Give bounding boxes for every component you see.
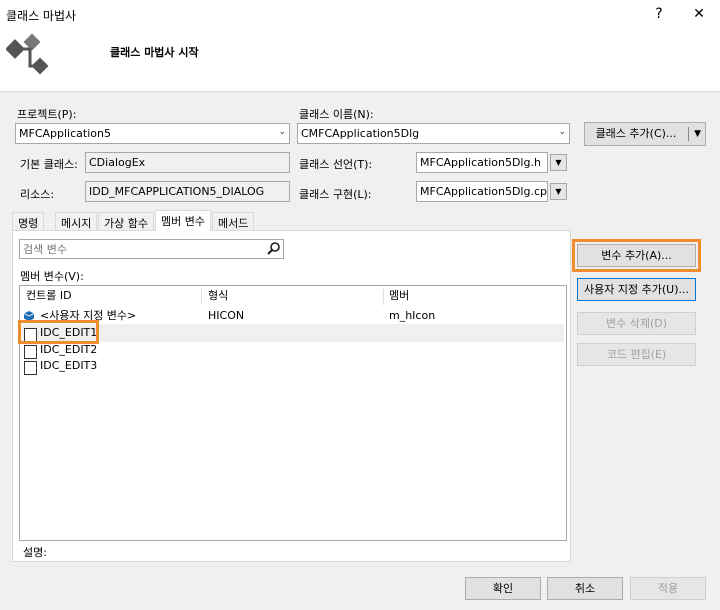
apply-button[interactable]: 적용: [630, 577, 706, 600]
wizard-header: [0, 30, 720, 92]
row-member: m_hIcon: [389, 309, 436, 322]
edit-code-button[interactable]: 코드 편집(E): [577, 343, 696, 366]
row-control-id: IDC_EDIT2: [40, 343, 98, 356]
list-item[interactable]: IDC_EDIT1: [20, 325, 564, 342]
class-implementation-field[interactable]: MFCApplication5Dlg.cpp: [416, 181, 548, 202]
header-title: 클래스 마법사 시작: [110, 46, 199, 59]
highlight-box-idc-edit1: [18, 320, 99, 344]
class-implementation-dropdown-icon[interactable]: ▼: [550, 183, 567, 200]
description-label: 설명:: [23, 546, 47, 559]
chevron-down-icon: ⌄: [278, 127, 286, 137]
project-combo[interactable]: MFCApplication5 ⌄: [15, 123, 290, 144]
base-class-field: CDialogEx: [85, 152, 290, 173]
column-control-id[interactable]: 컨트롤 ID: [26, 287, 72, 305]
search-icon[interactable]: [266, 241, 282, 257]
tab-methods[interactable]: 메서드: [212, 212, 255, 230]
column-divider: [383, 289, 384, 305]
row-control-id: IDC_EDIT3: [40, 359, 98, 372]
column-type[interactable]: 형식: [208, 287, 228, 305]
search-input[interactable]: [19, 239, 284, 259]
list-item[interactable]: IDC_EDIT3: [20, 358, 564, 376]
delete-variable-button[interactable]: 변수 삭제(D): [577, 312, 696, 335]
cancel-button[interactable]: 취소: [547, 577, 623, 600]
class-name-combo[interactable]: CMFCApplication5Dlg ⌄: [297, 123, 570, 144]
project-label: 프로젝트(P):: [17, 108, 77, 121]
tab-messages[interactable]: 메시지: [55, 212, 98, 230]
add-class-button[interactable]: 클래스 추가(C)... ▼: [584, 122, 706, 146]
class-name-label: 클래스 이름(N):: [299, 108, 374, 121]
help-button[interactable]: ?: [642, 2, 676, 28]
resource-field: IDD_MFCAPPLICATION5_DIALOG: [85, 181, 290, 202]
highlight-box-add-variable: [572, 239, 701, 272]
class-name-value: CMFCApplication5Dlg: [301, 127, 420, 140]
window-title: 클래스 마법사: [6, 9, 77, 23]
tab-commands[interactable]: 명령: [12, 212, 45, 230]
base-class-label: 기본 클래스:: [20, 158, 78, 171]
resource-label: 리소스:: [20, 188, 55, 201]
column-divider: [201, 289, 202, 305]
ok-button[interactable]: 확인: [465, 577, 541, 600]
split-divider: [688, 127, 689, 141]
project-value: MFCApplication5: [19, 127, 111, 140]
member-variables-label: 멤버 변수(V):: [20, 270, 84, 283]
add-class-label: 클래스 추가(C)...: [595, 127, 677, 140]
class-wizard-icon: [5, 32, 54, 80]
close-button[interactable]: ✕: [682, 2, 716, 28]
column-member[interactable]: 멤버: [389, 287, 409, 305]
list-item[interactable]: <사용자 지정 변수> HICON m_hIcon: [20, 308, 564, 324]
control-icon: [24, 360, 37, 376]
tab-member-variables[interactable]: 멤버 변수: [155, 210, 211, 231]
class-declaration-dropdown-icon[interactable]: ▼: [550, 154, 567, 171]
class-declaration-label: 클래스 선언(T):: [299, 158, 373, 171]
chevron-down-icon: ⌄: [558, 127, 566, 137]
list-item[interactable]: IDC_EDIT2: [20, 342, 564, 359]
class-implementation-label: 클래스 구현(L):: [299, 188, 372, 201]
title-bar: [0, 0, 720, 30]
class-declaration-field[interactable]: MFCApplication5Dlg.h: [416, 152, 548, 173]
tab-virtual-functions[interactable]: 가상 함수: [98, 212, 154, 230]
add-custom-button[interactable]: 사용자 지정 추가(U)...: [577, 278, 696, 301]
dropdown-arrow-icon[interactable]: ▼: [694, 123, 701, 145]
row-type: HICON: [208, 309, 245, 322]
